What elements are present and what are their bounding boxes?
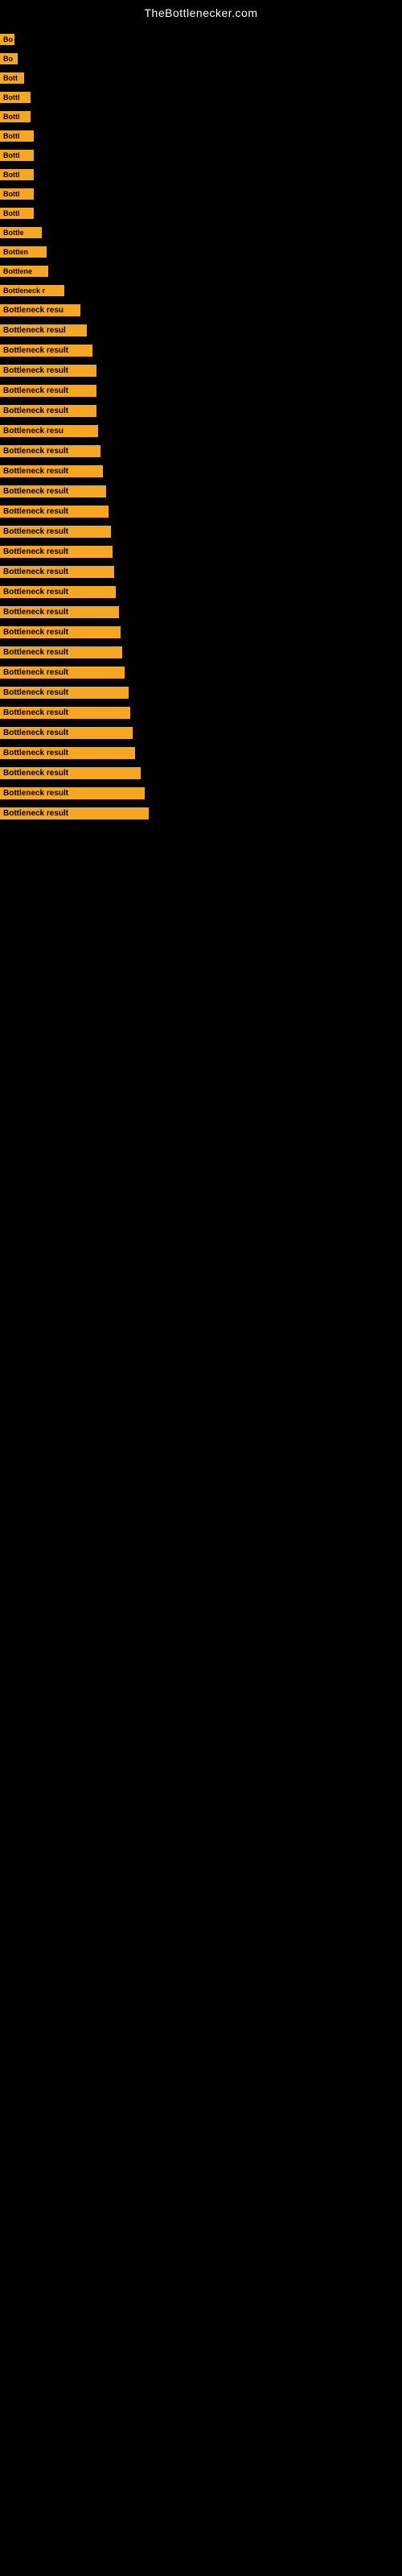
bottleneck-result-label: Bottlen: [0, 246, 47, 258]
bottleneck-result-label: Bottl: [0, 169, 34, 180]
list-item: Bottl: [0, 147, 402, 164]
list-item: Bo: [0, 31, 402, 48]
list-item: Bottl: [0, 185, 402, 203]
bottleneck-result-label: Bottleneck result: [0, 807, 149, 819]
list-item: Bottleneck result: [0, 804, 402, 823]
bottleneck-result-label: Bottleneck result: [0, 586, 116, 598]
list-item: Bottl: [0, 108, 402, 126]
bottleneck-result-label: Bo: [0, 34, 14, 45]
list-item: Bottleneck result: [0, 382, 402, 400]
bottleneck-result-label: Bottleneck result: [0, 626, 121, 638]
bottleneck-result-label: Bottleneck result: [0, 445, 100, 457]
bottleneck-result-label: Bottleneck result: [0, 405, 96, 417]
bottleneck-result-label: Bottleneck result: [0, 465, 103, 477]
bottleneck-result-label: Bottleneck result: [0, 566, 114, 578]
bottleneck-result-label: Bottleneck r: [0, 285, 64, 296]
bottleneck-result-label: Bottleneck result: [0, 707, 130, 719]
list-item: Bottleneck result: [0, 683, 402, 702]
list-item: Bottleneck result: [0, 663, 402, 682]
list-item: Bottleneck result: [0, 724, 402, 742]
list-item: Bottleneck result: [0, 563, 402, 581]
list-item: Bottleneck result: [0, 744, 402, 762]
bottleneck-result-label: Bottl: [0, 188, 34, 200]
bottleneck-result-label: Bo: [0, 53, 18, 64]
list-item: Bottleneck result: [0, 704, 402, 722]
list-item: Bottleneck result: [0, 442, 402, 460]
list-item: Bottle: [0, 224, 402, 242]
bottleneck-result-label: Bottleneck result: [0, 385, 96, 397]
bottleneck-result-label: Bottleneck resu: [0, 425, 98, 437]
list-item: Bottlen: [0, 243, 402, 261]
list-item: Bottleneck result: [0, 341, 402, 360]
bottleneck-result-label: Bottleneck resul: [0, 324, 87, 336]
list-item: Bottleneck result: [0, 643, 402, 662]
bottleneck-result-label: Bottl: [0, 92, 31, 103]
list-item: Bottleneck result: [0, 522, 402, 541]
bottleneck-result-label: Bottlene: [0, 266, 48, 277]
bottleneck-result-label: Bottleneck result: [0, 546, 113, 558]
list-item: Bottleneck result: [0, 764, 402, 782]
list-item: Bottleneck resu: [0, 422, 402, 440]
list-item: Bottleneck result: [0, 361, 402, 380]
items-container: Bo Bo Bott Bottl Bottl Bottl Bottl Bottl Bottl Bo…: [0, 23, 402, 832]
list-item: Bottleneck result: [0, 583, 402, 601]
bottleneck-result-label: Bottleneck result: [0, 606, 119, 618]
bottleneck-result-label: Bottleneck result: [0, 747, 135, 759]
list-item: Bottl: [0, 204, 402, 222]
bottleneck-result-label: Bottleneck result: [0, 365, 96, 377]
bottleneck-result-label: Bottl: [0, 111, 31, 122]
list-item: Bottl: [0, 166, 402, 184]
list-item: Bottleneck result: [0, 482, 402, 501]
bottleneck-result-label: Bottl: [0, 150, 34, 161]
list-item: Bo: [0, 50, 402, 68]
list-item: Bottleneck resu: [0, 301, 402, 320]
list-item: Bottleneck result: [0, 603, 402, 621]
list-item: Bottleneck result: [0, 462, 402, 481]
bottleneck-result-label: Bottleneck result: [0, 767, 141, 779]
list-item: Bottleneck result: [0, 402, 402, 420]
bottleneck-result-label: Bottleneck result: [0, 485, 106, 497]
bottleneck-result-label: Bottleneck result: [0, 727, 133, 739]
bottleneck-result-label: Bottleneck result: [0, 345, 92, 357]
list-item: Bottl: [0, 89, 402, 106]
list-item: Bottleneck r: [0, 282, 402, 299]
list-item: Bottleneck resul: [0, 321, 402, 340]
bottleneck-result-label: Bottleneck result: [0, 787, 145, 799]
bottleneck-result-label: Bottleneck resu: [0, 304, 80, 316]
list-item: Bottleneck result: [0, 784, 402, 803]
bottleneck-result-label: Bottl: [0, 130, 34, 142]
list-item: Bottl: [0, 127, 402, 145]
site-title: TheBottlenecker.com: [0, 0, 402, 23]
bottleneck-result-label: Bottleneck result: [0, 506, 109, 518]
bottleneck-result-label: Bottl: [0, 208, 34, 219]
list-item: Bottleneck result: [0, 543, 402, 561]
list-item: Bottleneck result: [0, 623, 402, 642]
bottleneck-result-label: Bottleneck result: [0, 667, 125, 679]
bottleneck-result-label: Bottleneck result: [0, 646, 122, 658]
bottleneck-result-label: Bottleneck result: [0, 687, 129, 699]
list-item: Bottlene: [0, 262, 402, 280]
bottleneck-result-label: Bottle: [0, 227, 42, 238]
bottleneck-result-label: Bottleneck result: [0, 526, 111, 538]
bottleneck-result-label: Bott: [0, 72, 24, 84]
list-item: Bott: [0, 69, 402, 87]
list-item: Bottleneck result: [0, 502, 402, 521]
